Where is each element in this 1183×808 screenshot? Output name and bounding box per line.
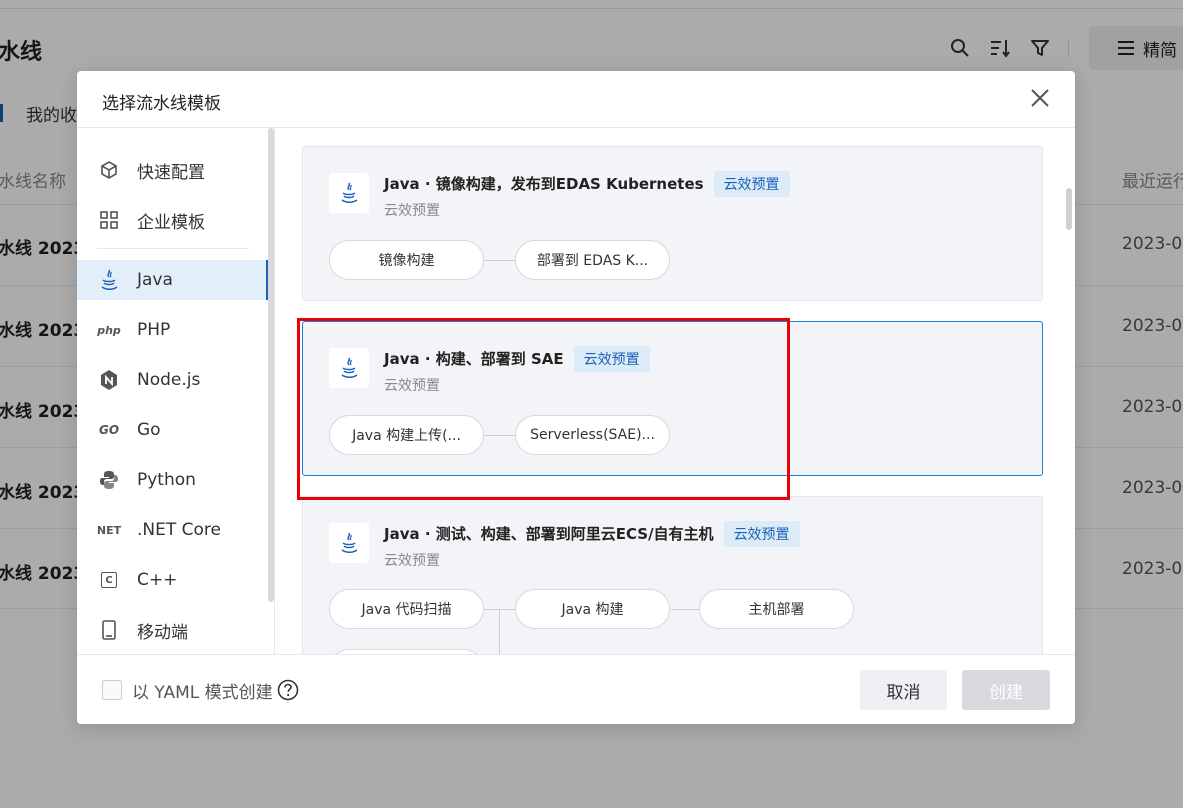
- sidebar-item-label: PHP: [137, 320, 171, 340]
- cpp-icon: C: [97, 568, 121, 592]
- template-title-text: Java · 测试、构建、部署到阿里云ECS/自有主机: [384, 525, 714, 543]
- template-category-sidebar: 快速配置 企业模板 Java php PHP Node.js GO Go Pyt…: [77, 128, 275, 654]
- template-subtitle: 云效预置: [384, 203, 440, 219]
- sidebar-item-label: 移动端: [137, 622, 188, 643]
- sidebar-item-label: C++: [137, 570, 178, 590]
- sidebar-item-mobile[interactable]: 移动端: [77, 610, 268, 650]
- help-icon[interactable]: [277, 679, 299, 701]
- python-icon: [97, 468, 121, 492]
- sidebar-item-label: .NET Core: [137, 520, 221, 540]
- java-icon: [329, 173, 369, 213]
- stage-connector: [499, 609, 500, 654]
- template-card[interactable]: Java · 测试、构建、部署到阿里云ECS/自有主机 云效预置 云效预置 Jav…: [302, 496, 1043, 654]
- nodejs-icon: [97, 368, 121, 392]
- pipeline-stage: 主机部署: [699, 589, 854, 629]
- mobile-icon: [97, 618, 121, 642]
- grid-icon: [97, 208, 121, 232]
- php-icon: php: [97, 323, 121, 337]
- template-title: Java · 测试、构建、部署到阿里云ECS/自有主机 云效预置: [384, 521, 800, 547]
- sidebar-item-label: 快速配置: [137, 162, 205, 183]
- dotnet-icon: NET: [96, 523, 122, 537]
- sidebar-item-go[interactable]: GO Go: [77, 410, 268, 450]
- template-title-text: Java · 构建、部署到 SAE: [384, 350, 564, 368]
- java-icon: [329, 348, 369, 388]
- template-card[interactable]: Java · 镜像构建，发布到EDAS Kubernetes 云效预置 云效预置 …: [302, 146, 1043, 301]
- pipeline-stage: 镜像构建: [329, 240, 484, 280]
- template-subtitle: 云效预置: [384, 378, 440, 394]
- yaml-mode-label: 以 YAML 模式创建: [132, 683, 273, 703]
- stage-connector: [484, 260, 515, 261]
- sidebar-item-label: Go: [137, 420, 161, 440]
- sidebar-item-enterprise-template[interactable]: 企业模板: [77, 200, 268, 240]
- cube-icon: [97, 158, 121, 182]
- sidebar-item-label: 企业模板: [137, 212, 205, 233]
- pipeline-stage: Serverless(SAE)...: [515, 415, 670, 455]
- stage-connector: [484, 435, 515, 436]
- preset-tag: 云效预置: [713, 171, 790, 197]
- modal-footer: 以 YAML 模式创建 取消 创建: [77, 654, 1075, 724]
- sidebar-item-label: Java: [137, 270, 173, 290]
- java-icon: [97, 268, 121, 292]
- preset-tag: 云效预置: [723, 521, 800, 547]
- modal-title: 选择流水线模板: [102, 94, 221, 114]
- sidebar-item-php[interactable]: php PHP: [77, 310, 268, 350]
- content-scrollbar[interactable]: [1066, 188, 1072, 230]
- sidebar-divider: [97, 248, 249, 249]
- sidebar-item-python[interactable]: Python: [77, 460, 268, 500]
- preset-tag: 云效预置: [573, 346, 650, 372]
- java-icon: [329, 523, 369, 563]
- sidebar-item-quick-config[interactable]: 快速配置: [77, 150, 268, 190]
- sidebar-item-label: Node.js: [137, 370, 201, 390]
- template-list: Java · 镜像构建，发布到EDAS Kubernetes 云效预置 云效预置 …: [276, 128, 1075, 654]
- create-button[interactable]: 创建: [962, 670, 1050, 710]
- template-title-text: Java · 镜像构建，发布到EDAS Kubernetes: [384, 175, 704, 193]
- template-title: Java · 镜像构建，发布到EDAS Kubernetes 云效预置: [384, 171, 790, 197]
- template-modal: 选择流水线模板 快速配置 企业模板 Java php PHP Node.js G…: [77, 71, 1075, 724]
- pipeline-stage: Java 构建: [515, 589, 670, 629]
- close-icon[interactable]: [1029, 87, 1051, 109]
- template-card-selected[interactable]: Java · 构建、部署到 SAE 云效预置 云效预置 Java 构建上传(...…: [302, 321, 1043, 476]
- go-icon: GO: [98, 423, 120, 437]
- cancel-button[interactable]: 取消: [860, 670, 947, 710]
- sidebar-item-nodejs[interactable]: Node.js: [77, 360, 268, 400]
- sidebar-item-dotnet[interactable]: NET .NET Core: [77, 510, 268, 550]
- sidebar-scrollbar[interactable]: [268, 128, 274, 602]
- sidebar-item-cpp[interactable]: C C++: [77, 560, 268, 600]
- stage-connector: [670, 609, 699, 610]
- template-title: Java · 构建、部署到 SAE 云效预置: [384, 346, 650, 372]
- yaml-mode-checkbox[interactable]: [102, 680, 122, 700]
- modal-header: 选择流水线模板: [77, 71, 1075, 128]
- pipeline-stage: Java 构建上传(...: [329, 415, 484, 455]
- template-subtitle: 云效预置: [384, 553, 440, 569]
- pipeline-stage: Java 代码扫描: [329, 589, 484, 629]
- pipeline-stage: 部署到 EDAS K...: [515, 240, 670, 280]
- sidebar-item-label: Python: [137, 470, 196, 490]
- sidebar-item-java[interactable]: Java: [77, 260, 268, 300]
